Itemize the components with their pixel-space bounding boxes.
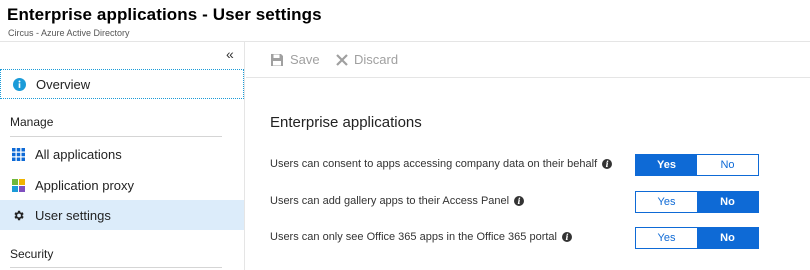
save-icon bbox=[271, 53, 283, 66]
sidebar-item-overview[interactable]: Overview bbox=[0, 69, 244, 99]
discard-button[interactable]: Discard bbox=[336, 52, 398, 67]
section-manage-label: Manage bbox=[10, 115, 54, 129]
setting-row-gallery-apps: Users can add gallery apps to their Acce… bbox=[270, 191, 760, 213]
discard-label: Discard bbox=[354, 52, 399, 67]
section-title: Enterprise applications bbox=[270, 114, 422, 131]
save-label: Save bbox=[290, 52, 320, 67]
toggle-no-button[interactable]: No bbox=[697, 192, 758, 212]
sidebar-item-label: Overview bbox=[36, 76, 91, 92]
setting-label: Users can consent to apps accessing comp… bbox=[270, 158, 613, 170]
info-icon bbox=[12, 77, 26, 91]
blade-header: Enterprise applications - User settings … bbox=[0, 0, 810, 42]
toggle-no-button[interactable]: No bbox=[697, 155, 758, 175]
info-icon[interactable]: i bbox=[561, 232, 572, 242]
app-proxy-icon bbox=[11, 178, 25, 192]
save-button[interactable]: Save bbox=[270, 52, 320, 67]
sidebar-item-label: All applications bbox=[35, 146, 122, 162]
collapse-sidebar-button[interactable]: « bbox=[226, 46, 234, 62]
consent-toggle: Yes No bbox=[635, 154, 759, 176]
info-icon[interactable]: i bbox=[514, 196, 525, 206]
sidebar-item-user-settings[interactable]: User settings bbox=[0, 200, 244, 230]
sidebar-item-label: Application proxy bbox=[35, 177, 134, 193]
sidebar-item-label: User settings bbox=[35, 207, 111, 223]
setting-row-office365: Users can only see Office 365 apps in th… bbox=[270, 227, 760, 249]
page-title: Enterprise applications - User settings bbox=[7, 5, 322, 24]
setting-label-text: Users can add gallery apps to their Acce… bbox=[270, 195, 510, 207]
toggle-no-button[interactable]: No bbox=[697, 228, 758, 248]
gear-icon bbox=[11, 208, 25, 222]
toggle-yes-button[interactable]: Yes bbox=[636, 228, 697, 248]
info-icon[interactable]: i bbox=[602, 159, 613, 169]
setting-label-text: Users can only see Office 365 apps in th… bbox=[270, 231, 557, 243]
setting-label: Users can only see Office 365 apps in th… bbox=[270, 231, 572, 243]
sidebar: « Overview Manage All applications Appli… bbox=[0, 42, 245, 270]
grid-icon bbox=[11, 147, 25, 161]
setting-label-text: Users can consent to apps accessing comp… bbox=[270, 158, 598, 170]
toggle-yes-button[interactable]: Yes bbox=[636, 155, 697, 175]
page-subtitle: Circus - Azure Active Directory bbox=[8, 28, 130, 38]
sidebar-item-application-proxy[interactable]: Application proxy bbox=[0, 170, 244, 200]
setting-row-consent: Users can consent to apps accessing comp… bbox=[270, 154, 760, 176]
command-bar: Save Discard bbox=[246, 42, 810, 78]
setting-label: Users can add gallery apps to their Acce… bbox=[270, 195, 525, 207]
close-icon bbox=[336, 53, 348, 66]
gallery-apps-toggle: Yes No bbox=[635, 191, 759, 213]
office365-toggle: Yes No bbox=[635, 227, 759, 249]
section-security-label: Security bbox=[10, 247, 54, 261]
toggle-yes-button[interactable]: Yes bbox=[636, 192, 697, 212]
section-divider bbox=[10, 136, 222, 137]
section-divider bbox=[10, 267, 222, 268]
sidebar-item-all-applications[interactable]: All applications bbox=[0, 139, 244, 169]
